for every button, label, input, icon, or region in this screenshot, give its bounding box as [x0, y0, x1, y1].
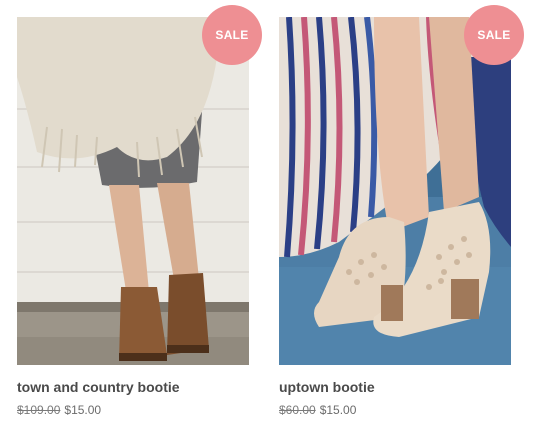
product-grid: SALE town and country bootie $109.00 $15.…: [0, 0, 533, 425]
original-price: $109.00: [17, 403, 61, 417]
sale-price: $15.00: [64, 403, 102, 417]
product-prices: $109.00 $15.00: [17, 402, 249, 418]
sale-badge: SALE: [464, 5, 524, 65]
product-image-link[interactable]: [17, 17, 249, 365]
product-image-link[interactable]: [279, 17, 511, 365]
product-photo: [17, 17, 249, 365]
product-card[interactable]: SALE uptown bootie $60.00 $15.00: [279, 5, 524, 418]
product-card[interactable]: SALE town and country bootie $109.00 $15.…: [17, 5, 262, 418]
sale-price: $15.00: [319, 403, 357, 417]
original-price: $60.00: [279, 403, 316, 417]
product-title[interactable]: uptown bootie: [279, 378, 511, 396]
product-title[interactable]: town and country bootie: [17, 378, 249, 396]
product-photo: [279, 17, 511, 365]
sale-badge: SALE: [202, 5, 262, 65]
product-prices: $60.00 $15.00: [279, 402, 511, 418]
